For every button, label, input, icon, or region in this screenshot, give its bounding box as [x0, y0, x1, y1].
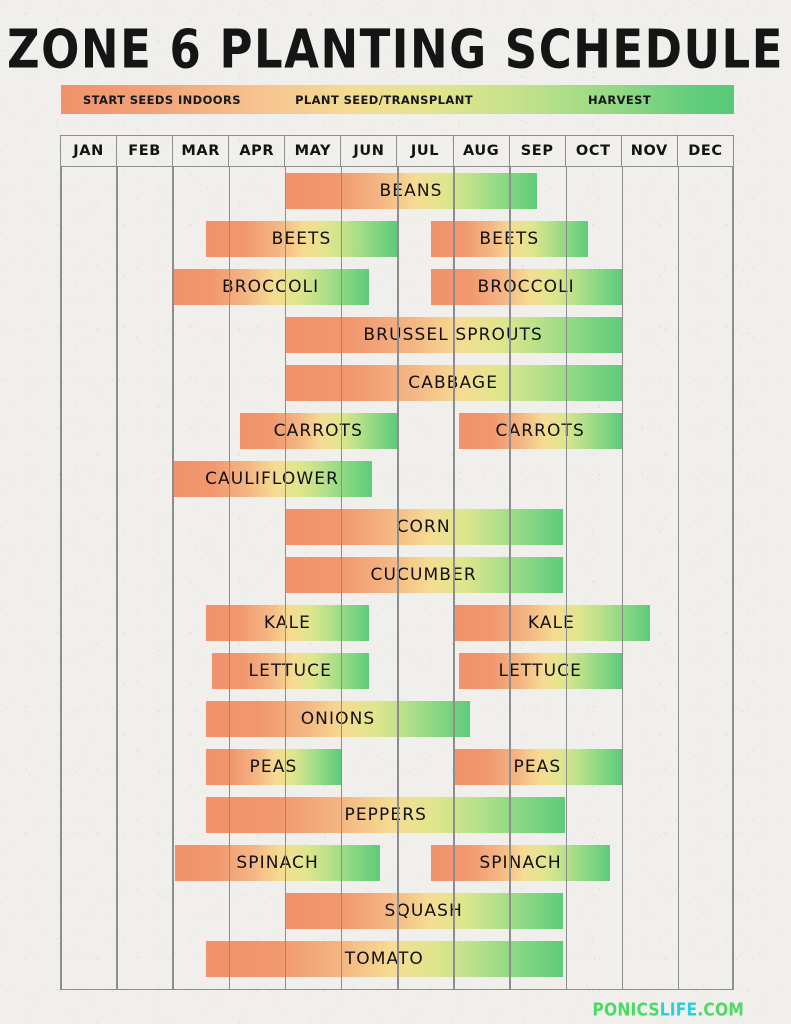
crop-bar-label: TOMATO — [344, 949, 424, 969]
crop-bar-peas-1[interactable]: PEAS — [206, 749, 341, 785]
crop-bar-label: LETTUCE — [248, 661, 332, 681]
month-header-feb: FEB — [117, 136, 174, 166]
legend-gradient-bar: START SEEDS INDOORS PLANT SEED/TRANSPLAN… — [61, 85, 734, 114]
crop-bar-corn[interactable]: CORN — [284, 509, 563, 545]
chart-grid-body: BEANSBEETSBEETSBROCCOLIBROCCOLIBRUSSEL S… — [60, 167, 734, 990]
month-header-row: JAN FEB MAR APR MAY JUN JUL AUG SEP OCT NOV DEC — [60, 135, 734, 167]
crop-bar-label: ONIONS — [300, 709, 376, 729]
grid-line-11 — [677, 167, 680, 989]
month-header-aug: AUG — [454, 136, 510, 166]
month-header-jan: JAN — [60, 136, 118, 166]
crop-bar-label: KALE — [527, 613, 575, 633]
crop-bar-label: LETTUCE — [498, 661, 582, 681]
crop-bar-cucumber[interactable]: CUCUMBER — [284, 557, 563, 593]
crop-bar-squash[interactable]: SQUASH — [284, 893, 563, 929]
crop-bar-label: CAULIFLOWER — [205, 469, 339, 489]
crop-bar-onions[interactable]: ONIONS — [206, 701, 470, 737]
crop-bar-label: BEANS — [379, 181, 443, 201]
crop-bar-broccoli-2[interactable]: BROCCOLI — [430, 269, 622, 305]
crop-bar-beets-1[interactable]: BEETS — [206, 221, 397, 257]
legend-item-start-seeds-indoors: START SEEDS INDOORS — [83, 92, 241, 107]
grid-line-5 — [340, 167, 343, 989]
crop-bar-peas-2[interactable]: PEAS — [453, 749, 622, 785]
logo-text-ponics: PONICS — [592, 1000, 660, 1021]
legend-item-harvest: HARVEST — [588, 92, 652, 107]
month-header-may: MAY — [285, 136, 342, 166]
crop-bar-label: BROCCOLI — [477, 277, 575, 297]
grid-line-6 — [397, 167, 399, 989]
month-header-dec: DEC — [678, 136, 734, 166]
grid-line-8 — [509, 167, 511, 989]
crop-bar-label: PEAS — [513, 757, 562, 777]
crop-bar-spinach-2[interactable]: SPINACH — [430, 845, 611, 881]
grid-line-10 — [621, 167, 624, 989]
month-header-apr: APR — [229, 136, 286, 166]
crop-bar-label: PEPPERS — [344, 805, 428, 825]
footer-logo[interactable]: PONICSLIFE.COM — [592, 1000, 744, 1020]
legend-item-plant-seed-transplant: PLANT SEED/TRANSPLANT — [295, 92, 473, 107]
month-header-mar: MAR — [173, 136, 230, 166]
logo-text-com: .COM — [697, 1000, 744, 1021]
crop-bar-spinach-1[interactable]: SPINACH — [175, 845, 381, 881]
grid-line-2 — [172, 167, 174, 989]
grid-line-4 — [284, 167, 287, 989]
grid-line-0 — [60, 167, 62, 989]
grid-line-7 — [453, 167, 455, 989]
crop-bar-lettuce-1[interactable]: LETTUCE — [211, 653, 369, 689]
crop-bar-label: BROCCOLI — [221, 277, 320, 297]
crop-bar-kale-2[interactable]: KALE — [453, 605, 650, 641]
crop-bar-label: CUCUMBER — [370, 565, 477, 585]
crop-bar-carrots-2[interactable]: CARROTS — [458, 413, 622, 449]
crop-bar-label: PEAS — [249, 757, 298, 777]
page-title: ZONE 6 PLANTING SCHEDULE — [7, 18, 784, 81]
logo-text-life: LIFE — [659, 1000, 698, 1021]
crop-bar-label: CORN — [396, 517, 451, 537]
crop-bar-label: BEETS — [271, 229, 332, 249]
planting-schedule-chart: JAN FEB MAR APR MAY JUN JUL AUG SEP OCT NOV DEC BEA… — [60, 135, 734, 990]
crop-bar-kale-1[interactable]: KALE — [206, 605, 369, 641]
crop-bar-label: CARROTS — [273, 421, 364, 441]
crop-bar-label: SPINACH — [479, 853, 562, 873]
grid-line-12 — [732, 167, 734, 989]
grid-line-3 — [228, 167, 231, 989]
planting-schedule-page: ZONE 6 PLANTING SCHEDULE START SEEDS IND… — [0, 0, 791, 1024]
crop-bar-carrots-1[interactable]: CARROTS — [239, 413, 397, 449]
crop-bar-beans[interactable]: BEANS — [284, 173, 538, 209]
month-header-jul: JUL — [397, 136, 454, 166]
month-header-nov: NOV — [622, 136, 678, 166]
grid-line-1 — [116, 167, 118, 989]
crop-bar-peppers[interactable]: PEPPERS — [206, 797, 566, 833]
grid-line-9 — [565, 167, 568, 989]
crop-bar-lettuce-2[interactable]: LETTUCE — [458, 653, 622, 689]
crop-bar-label: SPINACH — [236, 853, 319, 873]
month-header-sep: SEP — [510, 136, 566, 166]
month-header-oct: OCT — [566, 136, 622, 166]
crop-bar-broccoli-1[interactable]: BROCCOLI — [172, 269, 369, 305]
crop-bar-label: KALE — [263, 613, 312, 633]
month-header-jun: JUN — [341, 136, 398, 166]
